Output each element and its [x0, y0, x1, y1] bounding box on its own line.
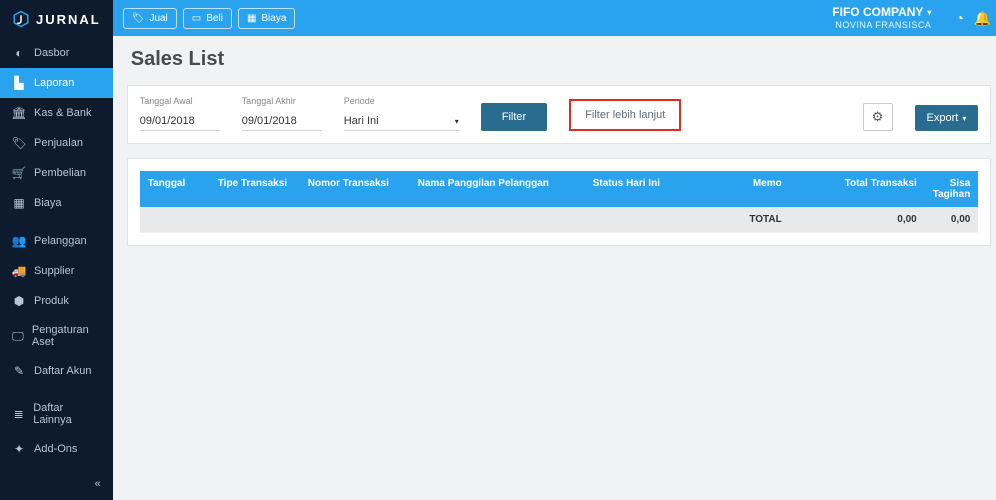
- nav-label: Laporan: [34, 77, 74, 89]
- sidebar-item-biaya[interactable]: ▦ Biaya: [0, 188, 113, 218]
- start-date-input[interactable]: [140, 112, 220, 131]
- sidebar-item-dasbor[interactable]: ◐ Dasbor: [0, 38, 113, 68]
- nav-label: Pengaturan Aset: [32, 324, 101, 348]
- table-total-row: TOTAL 0,00 0,00: [140, 207, 979, 233]
- topbar: 🏷 Jual ▭ Beli ▦ Biaya FIFO COMPANY ▾ NOVINA …: [113, 0, 996, 36]
- sidebar-item-supplier[interactable]: 🚚 Supplier: [0, 256, 113, 286]
- col-tanggal[interactable]: Tanggal: [140, 171, 210, 207]
- cart-icon: 🛒: [12, 166, 26, 180]
- nav-label: Pembelian: [34, 167, 86, 179]
- end-date-input[interactable]: [242, 112, 322, 131]
- sidebar-item-pembelian[interactable]: 🛒 Pembelian: [0, 158, 113, 188]
- filter-bar: Tanggal Awal Tanggal Akhir Periode Hari …: [127, 85, 992, 144]
- col-total[interactable]: Total Transaksi: [790, 171, 925, 207]
- col-nomor[interactable]: Nomor Transaksi: [300, 171, 410, 207]
- chevron-down-icon: ▾: [962, 114, 966, 123]
- results-table-card: Tanggal Tipe Transaksi Nomor Transaksi N…: [127, 158, 992, 246]
- chevron-down-icon: ▾: [927, 8, 931, 18]
- total-sisa: 0,00: [925, 207, 979, 232]
- nav: ◐Dasbor ▙Laporan 🏛Kas & Bank 🏷Penjualan …: [0, 38, 113, 472]
- sidebar-item-pelanggan[interactable]: 👥 Pelanggan: [0, 226, 113, 256]
- report-icon: ▙: [12, 76, 26, 90]
- total-transaksi: 0,00: [790, 207, 925, 232]
- sidebar-item-laporan[interactable]: ▙ Laporan: [0, 68, 113, 98]
- export-label: Export: [927, 112, 959, 124]
- start-date-label: Tanggal Awal: [140, 96, 220, 106]
- history-button[interactable]: ◔: [955, 10, 963, 26]
- collapse-sidebar-button[interactable]: «: [0, 472, 113, 500]
- col-memo[interactable]: Memo: [690, 171, 790, 207]
- btn-label: Beli: [206, 13, 223, 24]
- nav-label: Daftar Lainnya: [33, 402, 101, 426]
- btn-label: Jual: [149, 13, 167, 24]
- filter-more-link[interactable]: Filter lebih lanjut: [573, 103, 677, 127]
- period-select[interactable]: Hari Ini ▾: [344, 112, 459, 131]
- nav-label: Biaya: [34, 197, 62, 209]
- tag-icon: 🏷: [132, 13, 145, 24]
- sidebar: JURNAL ◐ Dasbor ▙ Laporan 🏛 Kas & Bank 🏷 Pen…: [0, 0, 113, 500]
- bank-icon: 🏛: [12, 106, 26, 120]
- company-switcher[interactable]: FIFO COMPANY ▾ NOVINA FRANSISCA: [832, 5, 931, 30]
- chevron-down-icon: ▾: [455, 117, 459, 126]
- sidebar-item-daftar-lainnya[interactable]: ≣ Daftar Lainnya: [0, 394, 113, 434]
- page-title: Sales List: [127, 48, 992, 71]
- notifications-button[interactable]: 🔔: [974, 10, 991, 27]
- top-beli-button[interactable]: ▭ Beli: [183, 8, 232, 29]
- nav-label: Pelanggan: [34, 235, 87, 247]
- filter-button[interactable]: Filter: [481, 103, 547, 131]
- logo-icon: [12, 10, 30, 28]
- pencil-icon: ✎: [12, 364, 26, 378]
- brand-logo[interactable]: JURNAL: [0, 0, 113, 38]
- product-icon: ⬢: [12, 294, 26, 308]
- end-date-label: Tanggal Akhir: [242, 96, 322, 106]
- expense-icon: ▦: [247, 13, 256, 24]
- nav-label: Add-Ons: [34, 443, 77, 455]
- btn-label: Biaya: [261, 13, 286, 24]
- top-jual-button[interactable]: 🏷 Jual: [123, 8, 177, 29]
- nav-label: Dasbor: [34, 47, 69, 59]
- sidebar-item-kas-bank[interactable]: 🏛 Kas & Bank: [0, 98, 113, 128]
- dashboard-icon: ◐: [12, 46, 26, 60]
- col-nama[interactable]: Nama Panggilan Pelanggan: [410, 171, 585, 207]
- sidebar-item-settings[interactable]: ⚙Settings: [0, 464, 113, 472]
- settings-button[interactable]: ⚙: [863, 103, 893, 131]
- col-sisa[interactable]: Sisa Tagihan: [925, 171, 979, 207]
- truck-icon: 🚚: [12, 264, 26, 278]
- sidebar-item-daftar-akun[interactable]: ✎ Daftar Akun: [0, 356, 113, 386]
- expense-icon: ▦: [12, 196, 26, 210]
- users-icon: 👥: [12, 234, 26, 248]
- user-name: NOVINA FRANSISCA: [832, 20, 931, 31]
- sidebar-item-produk[interactable]: ⬢ Produk: [0, 286, 113, 316]
- sidebar-item-penjualan[interactable]: 🏷 Penjualan: [0, 128, 113, 158]
- asset-icon: 🖵: [12, 329, 24, 344]
- filter-more-highlight: Filter lebih lanjut: [569, 99, 681, 131]
- list-icon: ≣: [12, 407, 25, 421]
- col-tipe[interactable]: Tipe Transaksi: [210, 171, 300, 207]
- period-label: Periode: [344, 96, 459, 106]
- tag-icon: 🏷: [12, 136, 26, 150]
- export-button[interactable]: Export▾: [915, 105, 979, 131]
- company-name: FIFO COMPANY: [832, 5, 923, 19]
- nav-label: Daftar Akun: [34, 365, 91, 377]
- top-biaya-button[interactable]: ▦ Biaya: [238, 8, 295, 29]
- nav-label: Kas & Bank: [34, 107, 91, 119]
- brand-text: JURNAL: [36, 12, 101, 27]
- nav-label: Supplier: [34, 265, 74, 277]
- total-label: TOTAL: [690, 207, 790, 232]
- sidebar-item-pengaturan-aset[interactable]: 🖵 Pengaturan Aset: [0, 316, 113, 356]
- nav-label: Penjualan: [34, 137, 83, 149]
- table-header: Tanggal Tipe Transaksi Nomor Transaksi N…: [140, 171, 979, 207]
- period-value: Hari Ini: [344, 115, 379, 127]
- card-icon: ▭: [192, 13, 201, 24]
- col-status[interactable]: Status Hari Ini: [585, 171, 690, 207]
- puzzle-icon: ✦: [12, 442, 26, 456]
- sidebar-item-addons[interactable]: ✦ Add-Ons: [0, 434, 113, 464]
- nav-label: Produk: [34, 295, 69, 307]
